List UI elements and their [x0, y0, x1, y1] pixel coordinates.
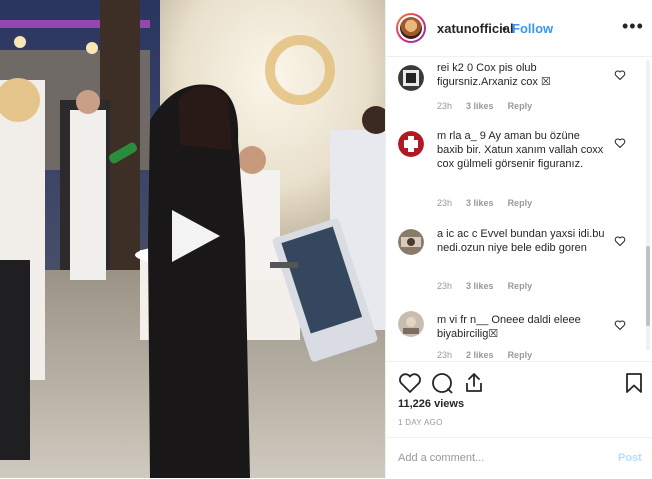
commenter-avatar[interactable] [398, 65, 424, 91]
reply-button[interactable]: Reply [508, 101, 533, 111]
scrollbar-thumb[interactable] [646, 246, 650, 326]
comment-likes[interactable]: 3 likes [466, 198, 494, 208]
comments-list[interactable]: rеі k2 0 Cox pis olub figursniz.Arxaniz … [386, 57, 652, 360]
follow-button[interactable]: Follow [512, 21, 553, 36]
heart-icon[interactable] [614, 319, 626, 331]
post-timestamp[interactable]: 1 DAY AGO [398, 418, 443, 427]
comment-text: rеі k2 0 Cox pis olub figursniz.Arxaniz … [437, 62, 551, 88]
comment-text: m vi fr n__ Oneee daldi eleee biyabircil… [437, 314, 581, 340]
comment-time: 23h [437, 198, 453, 208]
reply-button[interactable]: Reply [508, 281, 533, 291]
comment-meta: 23h 3 likes Reply [437, 281, 546, 291]
commenter-avatar[interactable] [398, 229, 424, 255]
reply-button[interactable]: Reply [508, 350, 533, 360]
comment-time: 23h [437, 350, 453, 360]
post-side-panel: xatunofficial • Follow ••• rеі k2 0 Cox … [385, 0, 652, 478]
comment-time: 23h [437, 281, 453, 291]
comment-text: m rla a_ 9 Ay aman bu özüne baxib bir. X… [437, 130, 604, 170]
commenter-avatar[interactable] [398, 311, 424, 337]
comment-input[interactable]: Add a comment... [398, 452, 484, 464]
post-header: xatunofficial • Follow ••• [386, 0, 652, 57]
separator-dot: • [502, 21, 507, 36]
avatar[interactable] [396, 13, 426, 43]
comment-meta: 23h 2 likes Reply [437, 350, 546, 360]
comment-time: 23h [437, 101, 453, 111]
reply-button[interactable]: Reply [508, 198, 533, 208]
avatar-image [400, 17, 422, 39]
play-icon [172, 210, 220, 262]
comment-icon[interactable] [430, 371, 454, 395]
action-bar [386, 361, 652, 402]
bookmark-icon[interactable] [622, 371, 646, 395]
comment-likes[interactable]: 3 likes [466, 281, 494, 291]
comment-meta: 23h 3 likes Reply [437, 101, 546, 111]
instagram-post-modal: xatunofficial • Follow ••• rеі k2 0 Cox … [0, 0, 652, 478]
heart-icon[interactable] [614, 137, 626, 149]
heart-icon[interactable] [398, 371, 422, 395]
post-button[interactable]: Post [618, 452, 642, 464]
share-icon[interactable] [462, 371, 486, 395]
more-options-icon[interactable]: ••• [622, 14, 643, 38]
view-count[interactable]: 11,226 views [398, 398, 464, 410]
comment-meta: 23h 3 likes Reply [437, 198, 546, 208]
add-comment-bar: Add a comment... Post [386, 437, 652, 479]
play-button[interactable] [166, 206, 226, 266]
comment-text: a ic ac c Evvel bundan yaxsi idi.bu nedi… [437, 228, 605, 254]
video-player[interactable] [0, 0, 385, 478]
commenter-avatar[interactable] [398, 131, 424, 157]
heart-icon[interactable] [614, 69, 626, 81]
comment-likes[interactable]: 3 likes [466, 101, 494, 111]
comment-likes[interactable]: 2 likes [466, 350, 494, 360]
heart-icon[interactable] [614, 235, 626, 247]
